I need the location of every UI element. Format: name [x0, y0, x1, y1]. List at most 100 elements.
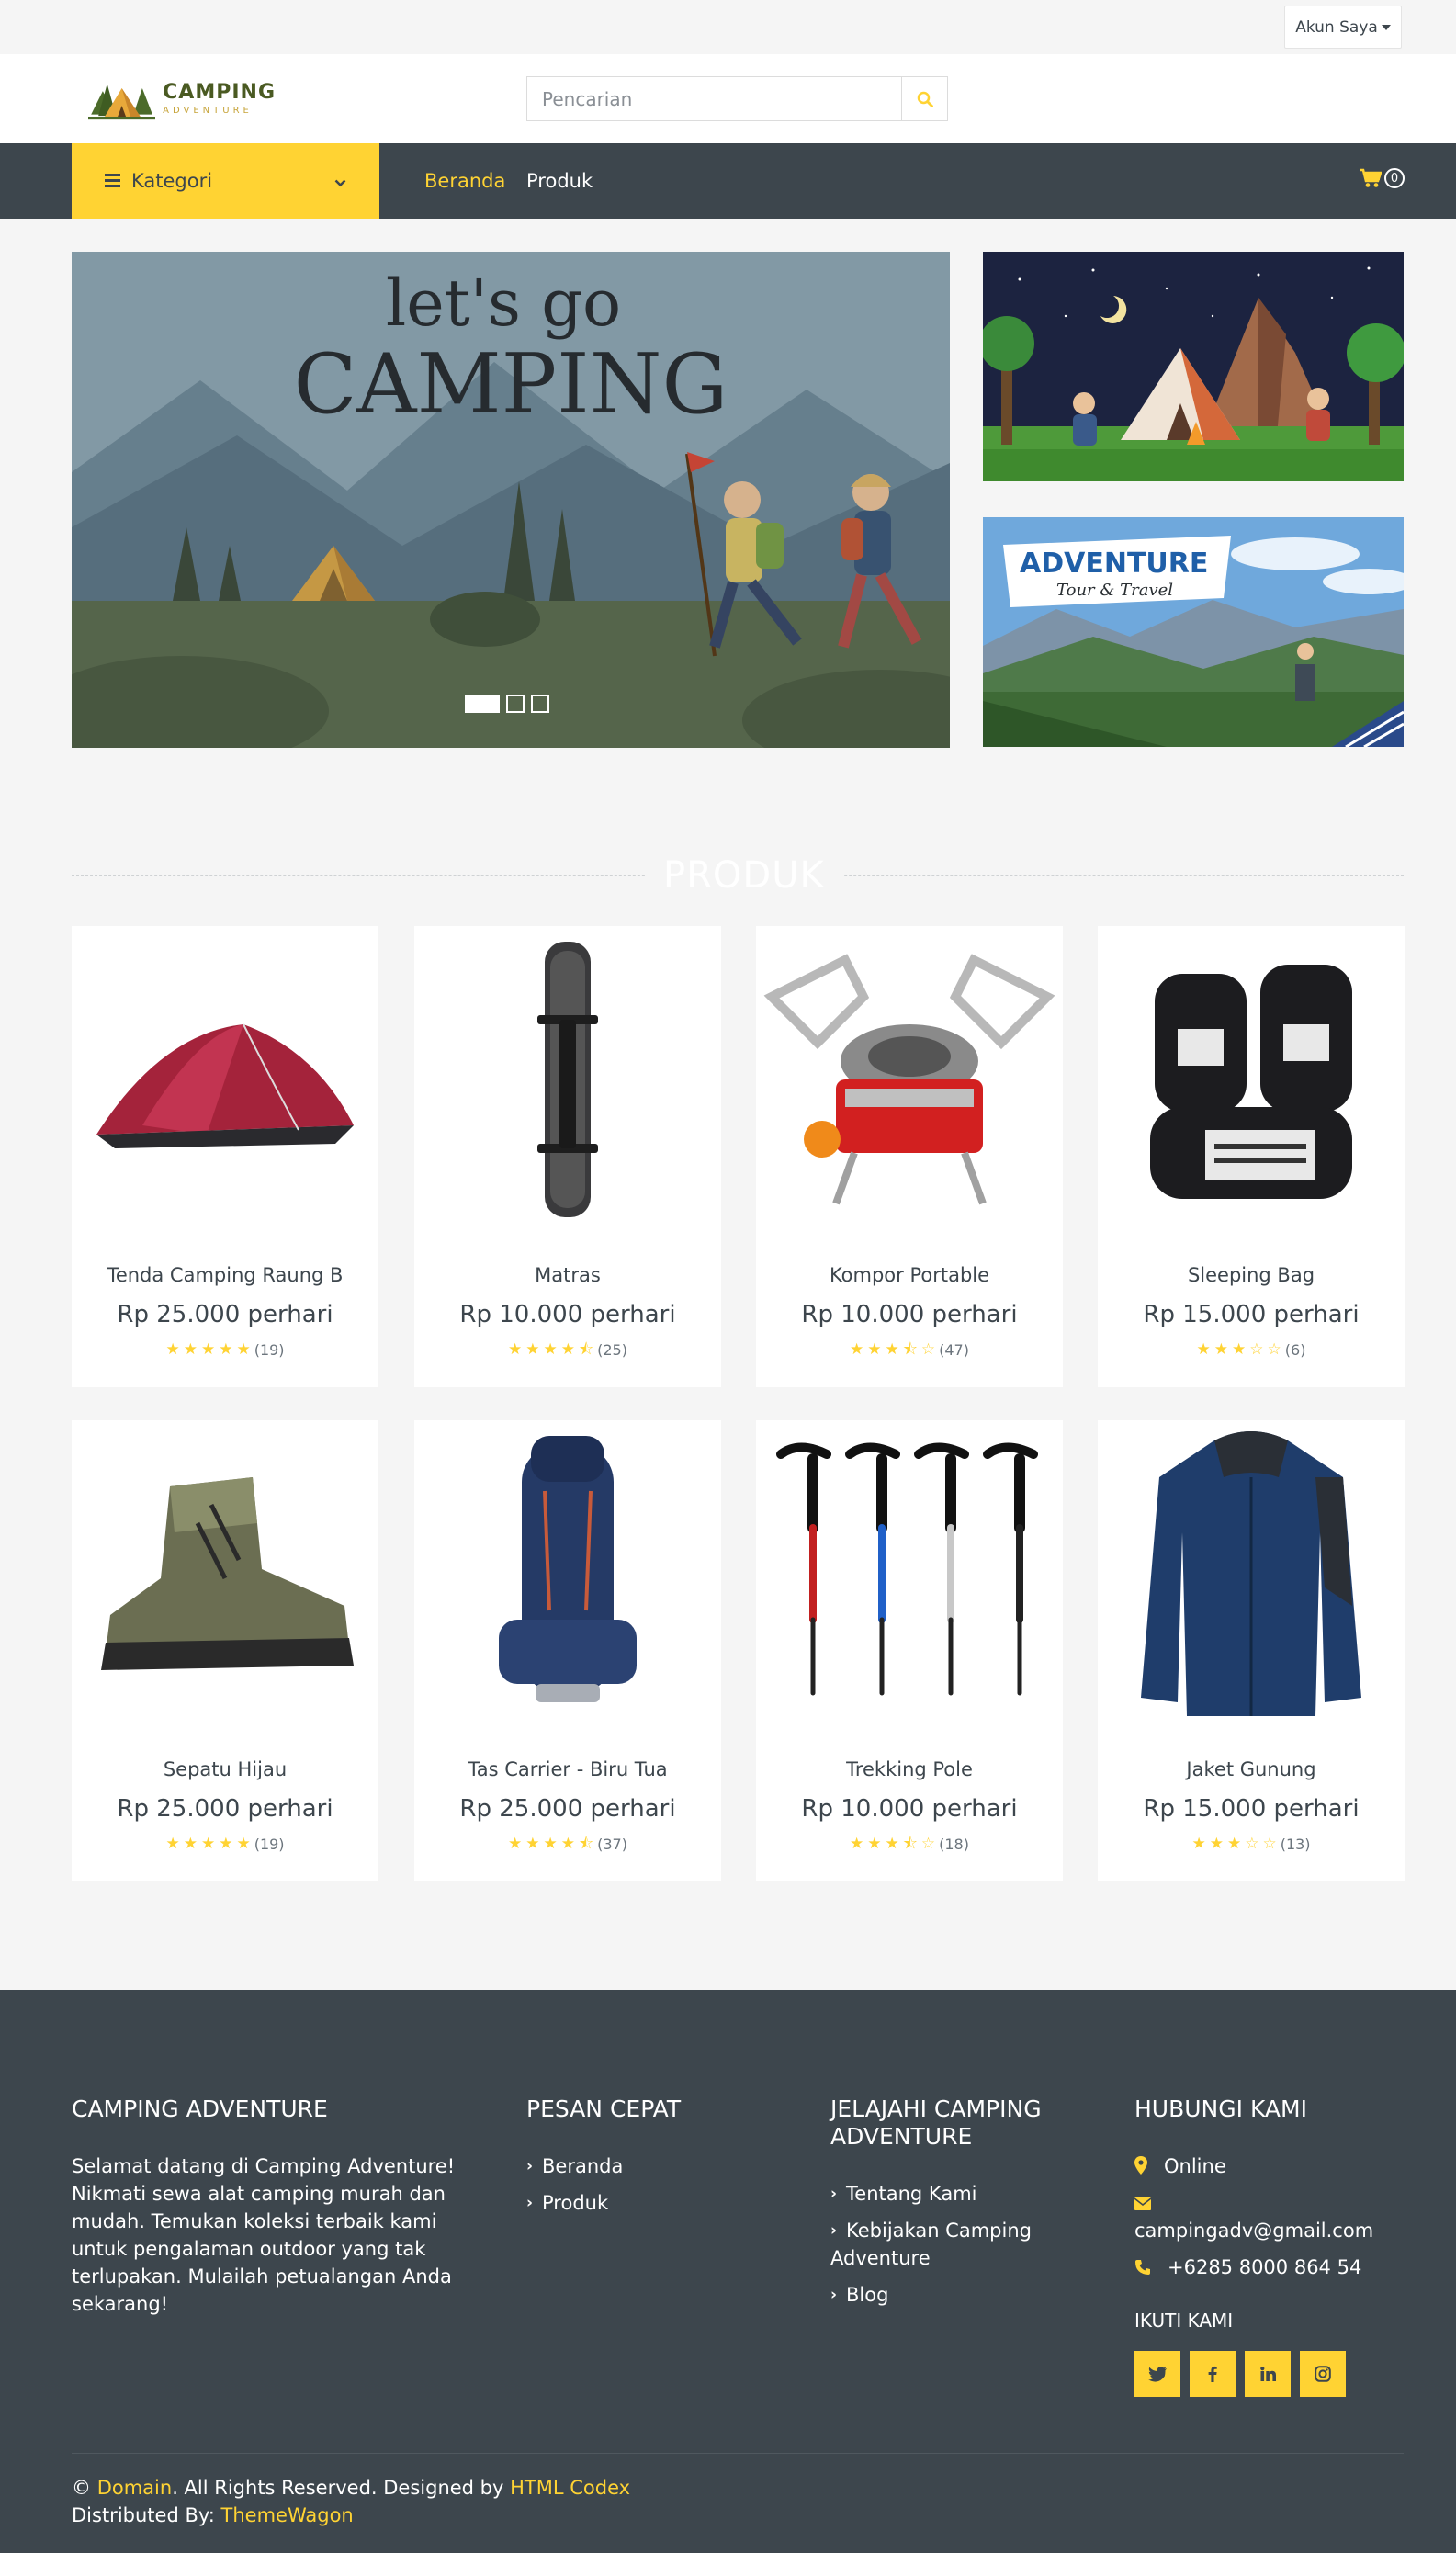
product-card[interactable]: Kompor Portable Rp 10.000 perhari ★ ★ ★ … — [756, 926, 1063, 1387]
footer-link-blog[interactable]: › Blog — [830, 2281, 888, 2309]
product-card[interactable]: Sepatu Hijau Rp 25.000 perhari ★ ★ ★ ★ ★… — [72, 1420, 378, 1881]
themewagon-link[interactable]: ThemeWagon — [221, 2504, 354, 2526]
star-full-icon: ★ — [560, 1340, 576, 1359]
footer-link-tentang-kami[interactable]: › Tentang Kami — [830, 2180, 976, 2208]
carousel-indicators — [465, 695, 549, 713]
adventure-mountain-illustration: ADVENTURE Tour & Travel — [983, 517, 1404, 747]
html-codex-link[interactable]: HTML Codex — [510, 2477, 630, 2499]
star-half-icon: ⯪ — [579, 1835, 594, 1853]
account-dropdown-button[interactable]: Akun Saya — [1284, 6, 1402, 49]
top-bar: Akun Saya — [0, 0, 1456, 54]
review-count: (13) — [1280, 1836, 1311, 1853]
product-image-tent[interactable] — [72, 926, 378, 1233]
star-full-icon: ★ — [850, 1340, 864, 1359]
product-card[interactable]: Matras Rp 10.000 perhari ★ ★ ★ ★ ⯪ (25) — [414, 926, 721, 1387]
distributed-text: Distributed By: ThemeWagon — [72, 2502, 354, 2529]
nav-link-produk[interactable]: Produk — [526, 143, 593, 219]
product-card[interactable]: Tenda Camping Raung B Rp 25.000 perhari … — [72, 926, 378, 1387]
chevron-right-icon: › — [830, 2221, 838, 2240]
contact-phone[interactable]: +6285 8000 864 54 — [1134, 2254, 1361, 2281]
star-full-icon: ★ — [525, 1340, 540, 1359]
footer-link-label: Beranda — [542, 2155, 624, 2177]
product-image-stove[interactable] — [756, 926, 1063, 1233]
search-input[interactable] — [526, 76, 901, 121]
star-empty-icon: ☆ — [1267, 1340, 1281, 1359]
product-rating: ★ ★ ★ ☆ ☆ (13) — [1098, 1836, 1405, 1853]
distributed-label: Distributed By: — [72, 2504, 215, 2526]
review-count: (47) — [939, 1341, 969, 1359]
search-button[interactable] — [901, 76, 948, 121]
nav-link-beranda[interactable]: Beranda — [424, 143, 505, 219]
star-full-icon: ★ — [219, 1340, 233, 1359]
camping-hero-illustration: let's go CAMPING — [72, 252, 950, 748]
product-image-sleeping-bag[interactable] — [1098, 926, 1405, 1233]
about-line: mudah. Temukan koleksi terbaik kami — [72, 2210, 437, 2232]
product-image-mat[interactable] — [414, 926, 721, 1233]
contact-email[interactable]: campingadv@gmail.com — [1134, 2217, 1373, 2244]
hero-carousel[interactable]: let's go CAMPING — [72, 252, 950, 748]
footer-link-kebijakan[interactable]: › Kebijakan Camping Adventure — [830, 2217, 1069, 2272]
product-image-boot[interactable] — [72, 1420, 378, 1727]
products-section-header: PRODUK — [72, 854, 1404, 897]
review-count: (6) — [1284, 1341, 1306, 1359]
product-rating: ★ ★ ★ ⯪ ☆ (18) — [756, 1836, 1063, 1853]
logo-subtitle: ADVENTURE — [163, 105, 253, 116]
star-full-icon: ★ — [236, 1340, 251, 1359]
search-icon — [917, 91, 933, 107]
star-half-icon: ⯪ — [902, 1835, 918, 1853]
linkedin-icon — [1259, 2367, 1276, 2381]
carousel-indicator-2[interactable] — [506, 695, 525, 713]
product-name[interactable]: Tas Carrier - Biru Tua — [414, 1758, 721, 1780]
product-name[interactable]: Jaket Gunung — [1098, 1758, 1405, 1780]
product-card[interactable]: Tas Carrier - Biru Tua Rp 25.000 perhari… — [414, 1420, 721, 1881]
footer-link-produk[interactable]: › Produk — [526, 2189, 608, 2217]
product-name[interactable]: Sleeping Bag — [1098, 1264, 1405, 1286]
product-image-jacket[interactable] — [1098, 1420, 1405, 1727]
account-label: Akun Saya — [1295, 17, 1378, 37]
product-name[interactable]: Matras — [414, 1264, 721, 1286]
product-name[interactable]: Sepatu Hijau — [72, 1758, 378, 1780]
facebook-icon — [1208, 2366, 1217, 2382]
linkedin-button[interactable] — [1245, 2351, 1291, 2397]
star-full-icon: ★ — [200, 1340, 216, 1359]
star-full-icon: ★ — [1196, 1340, 1211, 1359]
logo[interactable]: CAMPING ADVENTURE — [88, 73, 276, 125]
instagram-button[interactable] — [1300, 2351, 1346, 2397]
banner-adventure-subtitle: Tour & Travel — [1056, 581, 1173, 600]
instagram-icon — [1315, 2366, 1331, 2382]
product-name[interactable]: Trekking Pole — [756, 1758, 1063, 1780]
star-full-icon: ★ — [885, 1340, 899, 1359]
night-camp-banner[interactable] — [983, 252, 1404, 481]
star-full-icon: ★ — [1226, 1835, 1242, 1853]
product-image-trekking-pole[interactable] — [756, 1420, 1063, 1727]
domain-link[interactable]: Domain — [97, 2477, 173, 2499]
star-full-icon: ★ — [1213, 1340, 1229, 1359]
shopping-cart-icon — [1360, 168, 1382, 187]
product-image-carrier-bag[interactable] — [414, 1420, 721, 1727]
product-card[interactable]: Sleeping Bag Rp 15.000 perhari ★ ★ ★ ☆ ☆… — [1098, 926, 1405, 1387]
cart-count-badge: 0 — [1384, 168, 1405, 188]
product-card[interactable]: Trekking Pole Rp 10.000 perhari ★ ★ ★ ⯪ … — [756, 1420, 1063, 1881]
footer-explore-title: JELAJAHI CAMPING ADVENTURE — [830, 2095, 1042, 2151]
carousel-indicator-1[interactable] — [465, 695, 500, 713]
contact-status-text: Online — [1164, 2155, 1226, 2177]
product-name[interactable]: Kompor Portable — [756, 1264, 1063, 1286]
explore-title-line: ADVENTURE — [830, 2123, 973, 2150]
cart-button[interactable]: 0 — [1360, 168, 1405, 188]
product-name[interactable]: Tenda Camping Raung B — [72, 1264, 378, 1286]
product-rating: ★ ★ ★ ★ ★ (19) — [72, 1836, 378, 1853]
facebook-button[interactable] — [1190, 2351, 1236, 2397]
star-full-icon: ★ — [560, 1835, 576, 1853]
footer-link-beranda[interactable]: › Beranda — [526, 2152, 623, 2180]
star-full-icon: ★ — [543, 1835, 558, 1853]
adventure-tour-banner[interactable]: ADVENTURE Tour & Travel — [983, 517, 1404, 747]
twitter-button[interactable] — [1134, 2351, 1180, 2397]
review-count: (19) — [254, 1836, 285, 1853]
night-camping-illustration — [983, 252, 1404, 481]
carousel-indicator-3[interactable] — [531, 695, 549, 713]
phone-icon — [1135, 2260, 1150, 2275]
product-card[interactable]: Jaket Gunung Rp 15.000 perhari ★ ★ ★ ☆ ☆… — [1098, 1420, 1405, 1881]
category-dropdown-button[interactable]: Kategori — [72, 143, 379, 219]
star-empty-icon: ☆ — [920, 1340, 936, 1359]
star-full-icon: ★ — [525, 1835, 540, 1853]
